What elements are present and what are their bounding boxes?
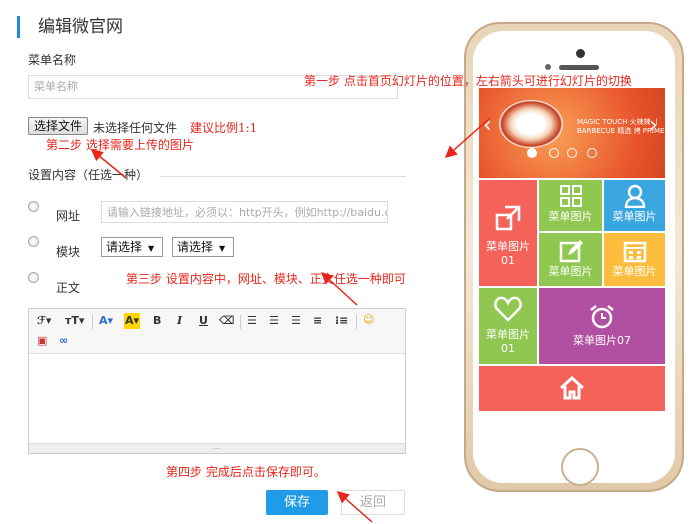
step3-arrow (320, 271, 358, 306)
step1-arrow (444, 117, 491, 158)
annotation-arrows (90, 117, 491, 523)
step2-arrow (90, 149, 127, 179)
step4-arrow (336, 491, 373, 523)
